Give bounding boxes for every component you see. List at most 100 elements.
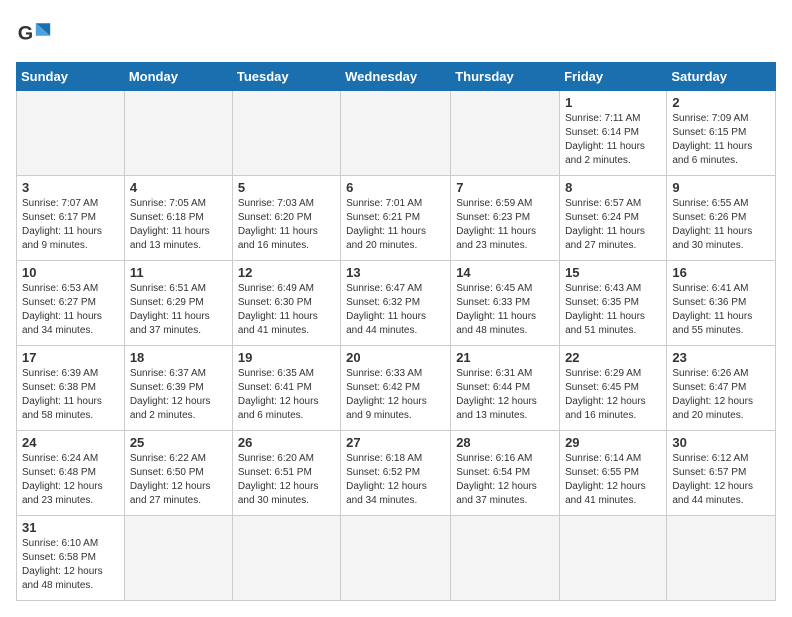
- day-cell: [232, 516, 340, 601]
- day-number: 10: [22, 265, 119, 280]
- day-info: Sunrise: 6:41 AMSunset: 6:36 PMDaylight:…: [672, 282, 770, 338]
- day-info: Sunrise: 6:10 AMSunset: 6:58 PMDaylight:…: [22, 537, 119, 593]
- week-row-5: 31 Sunrise: 6:10 AMSunset: 6:58 PMDayligh…: [17, 516, 776, 601]
- header-thursday: Thursday: [451, 63, 560, 91]
- day-info: Sunrise: 6:14 AMSunset: 6:55 PMDaylight:…: [565, 452, 661, 508]
- week-row-2: 10 Sunrise: 6:53 AMSunset: 6:27 PMDayligh…: [17, 261, 776, 346]
- logo: G: [16, 16, 56, 52]
- header: G: [16, 16, 776, 52]
- day-number: 20: [346, 350, 445, 365]
- day-cell: [341, 516, 451, 601]
- day-cell: 11Sunrise: 6:51 AMSunset: 6:29 PMDayligh…: [124, 261, 232, 346]
- day-info: Sunrise: 6:22 AMSunset: 6:50 PMDaylight:…: [130, 452, 227, 508]
- day-cell: 21Sunrise: 6:31 AMSunset: 6:44 PMDayligh…: [451, 346, 560, 431]
- day-cell: 26 Sunrise: 6:20 AMSunset: 6:51 PMDayligh…: [232, 431, 340, 516]
- day-info: Sunrise: 6:57 AMSunset: 6:24 PMDaylight:…: [565, 197, 661, 253]
- day-cell: 5Sunrise: 7:03 AMSunset: 6:20 PMDaylight…: [232, 176, 340, 261]
- day-info: Sunrise: 6:43 AMSunset: 6:35 PMDaylight:…: [565, 282, 661, 338]
- day-number: 18: [130, 350, 227, 365]
- day-cell: [560, 516, 667, 601]
- day-cell: [17, 91, 125, 176]
- day-cell: 27Sunrise: 6:18 AMSunset: 6:52 PMDayligh…: [341, 431, 451, 516]
- day-cell: [341, 91, 451, 176]
- day-info: Sunrise: 6:16 AMSunset: 6:54 PMDaylight:…: [456, 452, 554, 508]
- header-friday: Friday: [560, 63, 667, 91]
- day-number: 22: [565, 350, 661, 365]
- day-number: 26: [238, 435, 335, 450]
- day-info: Sunrise: 6:53 AMSunset: 6:27 PMDaylight:…: [22, 282, 119, 338]
- day-cell: 18Sunrise: 6:37 AMSunset: 6:39 PMDayligh…: [124, 346, 232, 431]
- header-sunday: Sunday: [17, 63, 125, 91]
- header-saturday: Saturday: [667, 63, 776, 91]
- week-row-4: 24Sunrise: 6:24 AMSunset: 6:48 PMDayligh…: [17, 431, 776, 516]
- day-number: 9: [672, 180, 770, 195]
- day-cell: 14 Sunrise: 6:45 AMSunset: 6:33 PMDayligh…: [451, 261, 560, 346]
- svg-text:G: G: [18, 22, 33, 44]
- day-number: 3: [22, 180, 119, 195]
- day-number: 14: [456, 265, 554, 280]
- day-cell: 10 Sunrise: 6:53 AMSunset: 6:27 PMDayligh…: [17, 261, 125, 346]
- week-row-0: 1 Sunrise: 7:11 AMSunset: 6:14 PMDaylight…: [17, 91, 776, 176]
- day-cell: [667, 516, 776, 601]
- day-number: 2: [672, 95, 770, 110]
- day-cell: 29 Sunrise: 6:14 AMSunset: 6:55 PMDayligh…: [560, 431, 667, 516]
- day-info: Sunrise: 7:05 AMSunset: 6:18 PMDaylight:…: [130, 197, 227, 253]
- week-row-1: 3 Sunrise: 7:07 AMSunset: 6:17 PMDaylight…: [17, 176, 776, 261]
- day-cell: 7Sunrise: 6:59 AMSunset: 6:23 PMDaylight…: [451, 176, 560, 261]
- day-cell: [124, 516, 232, 601]
- header-tuesday: Tuesday: [232, 63, 340, 91]
- day-cell: 12Sunrise: 6:49 AMSunset: 6:30 PMDayligh…: [232, 261, 340, 346]
- day-info: Sunrise: 6:12 AMSunset: 6:57 PMDaylight:…: [672, 452, 770, 508]
- day-cell: 6Sunrise: 7:01 AMSunset: 6:21 PMDaylight…: [341, 176, 451, 261]
- day-info: Sunrise: 6:49 AMSunset: 6:30 PMDaylight:…: [238, 282, 335, 338]
- day-cell: 20 Sunrise: 6:33 AMSunset: 6:42 PMDayligh…: [341, 346, 451, 431]
- day-info: Sunrise: 7:07 AMSunset: 6:17 PMDaylight:…: [22, 197, 119, 253]
- day-cell: 25Sunrise: 6:22 AMSunset: 6:50 PMDayligh…: [124, 431, 232, 516]
- calendar-table: SundayMondayTuesdayWednesdayThursdayFrid…: [16, 62, 776, 601]
- day-number: 19: [238, 350, 335, 365]
- day-cell: 13 Sunrise: 6:47 AMSunset: 6:32 PMDayligh…: [341, 261, 451, 346]
- day-info: Sunrise: 6:29 AMSunset: 6:45 PMDaylight:…: [565, 367, 661, 423]
- day-cell: 17Sunrise: 6:39 AMSunset: 6:38 PMDayligh…: [17, 346, 125, 431]
- day-cell: [451, 91, 560, 176]
- day-cell: 31 Sunrise: 6:10 AMSunset: 6:58 PMDayligh…: [17, 516, 125, 601]
- day-info: Sunrise: 6:35 AMSunset: 6:41 PMDaylight:…: [238, 367, 335, 423]
- day-cell: 8 Sunrise: 6:57 AMSunset: 6:24 PMDaylight…: [560, 176, 667, 261]
- day-info: Sunrise: 6:47 AMSunset: 6:32 PMDaylight:…: [346, 282, 445, 338]
- day-number: 1: [565, 95, 661, 110]
- day-cell: 3 Sunrise: 7:07 AMSunset: 6:17 PMDaylight…: [17, 176, 125, 261]
- day-number: 13: [346, 265, 445, 280]
- day-cell: [451, 516, 560, 601]
- header-monday: Monday: [124, 63, 232, 91]
- day-cell: [124, 91, 232, 176]
- day-cell: [232, 91, 340, 176]
- day-cell: 22 Sunrise: 6:29 AMSunset: 6:45 PMDayligh…: [560, 346, 667, 431]
- day-info: Sunrise: 6:45 AMSunset: 6:33 PMDaylight:…: [456, 282, 554, 338]
- day-number: 28: [456, 435, 554, 450]
- day-number: 29: [565, 435, 661, 450]
- day-cell: 19 Sunrise: 6:35 AMSunset: 6:41 PMDayligh…: [232, 346, 340, 431]
- day-info: Sunrise: 6:33 AMSunset: 6:42 PMDaylight:…: [346, 367, 445, 423]
- day-cell: 4 Sunrise: 7:05 AMSunset: 6:18 PMDaylight…: [124, 176, 232, 261]
- day-info: Sunrise: 6:55 AMSunset: 6:26 PMDaylight:…: [672, 197, 770, 253]
- day-info: Sunrise: 7:01 AMSunset: 6:21 PMDaylight:…: [346, 197, 445, 253]
- day-number: 24: [22, 435, 119, 450]
- day-cell: 9 Sunrise: 6:55 AMSunset: 6:26 PMDaylight…: [667, 176, 776, 261]
- day-number: 30: [672, 435, 770, 450]
- day-cell: 30 Sunrise: 6:12 AMSunset: 6:57 PMDayligh…: [667, 431, 776, 516]
- logo-icon: G: [16, 16, 52, 52]
- day-info: Sunrise: 6:20 AMSunset: 6:51 PMDaylight:…: [238, 452, 335, 508]
- day-cell: 16 Sunrise: 6:41 AMSunset: 6:36 PMDayligh…: [667, 261, 776, 346]
- day-cell: 28 Sunrise: 6:16 AMSunset: 6:54 PMDayligh…: [451, 431, 560, 516]
- day-number: 16: [672, 265, 770, 280]
- day-info: Sunrise: 6:18 AMSunset: 6:52 PMDaylight:…: [346, 452, 445, 508]
- day-info: Sunrise: 6:31 AMSunset: 6:44 PMDaylight:…: [456, 367, 554, 423]
- day-info: Sunrise: 7:11 AMSunset: 6:14 PMDaylight:…: [565, 112, 661, 168]
- day-number: 17: [22, 350, 119, 365]
- day-cell: 23Sunrise: 6:26 AMSunset: 6:47 PMDayligh…: [667, 346, 776, 431]
- day-info: Sunrise: 7:09 AMSunset: 6:15 PMDaylight:…: [672, 112, 770, 168]
- day-number: 4: [130, 180, 227, 195]
- day-cell: 2 Sunrise: 7:09 AMSunset: 6:15 PMDaylight…: [667, 91, 776, 176]
- day-number: 31: [22, 520, 119, 535]
- day-number: 8: [565, 180, 661, 195]
